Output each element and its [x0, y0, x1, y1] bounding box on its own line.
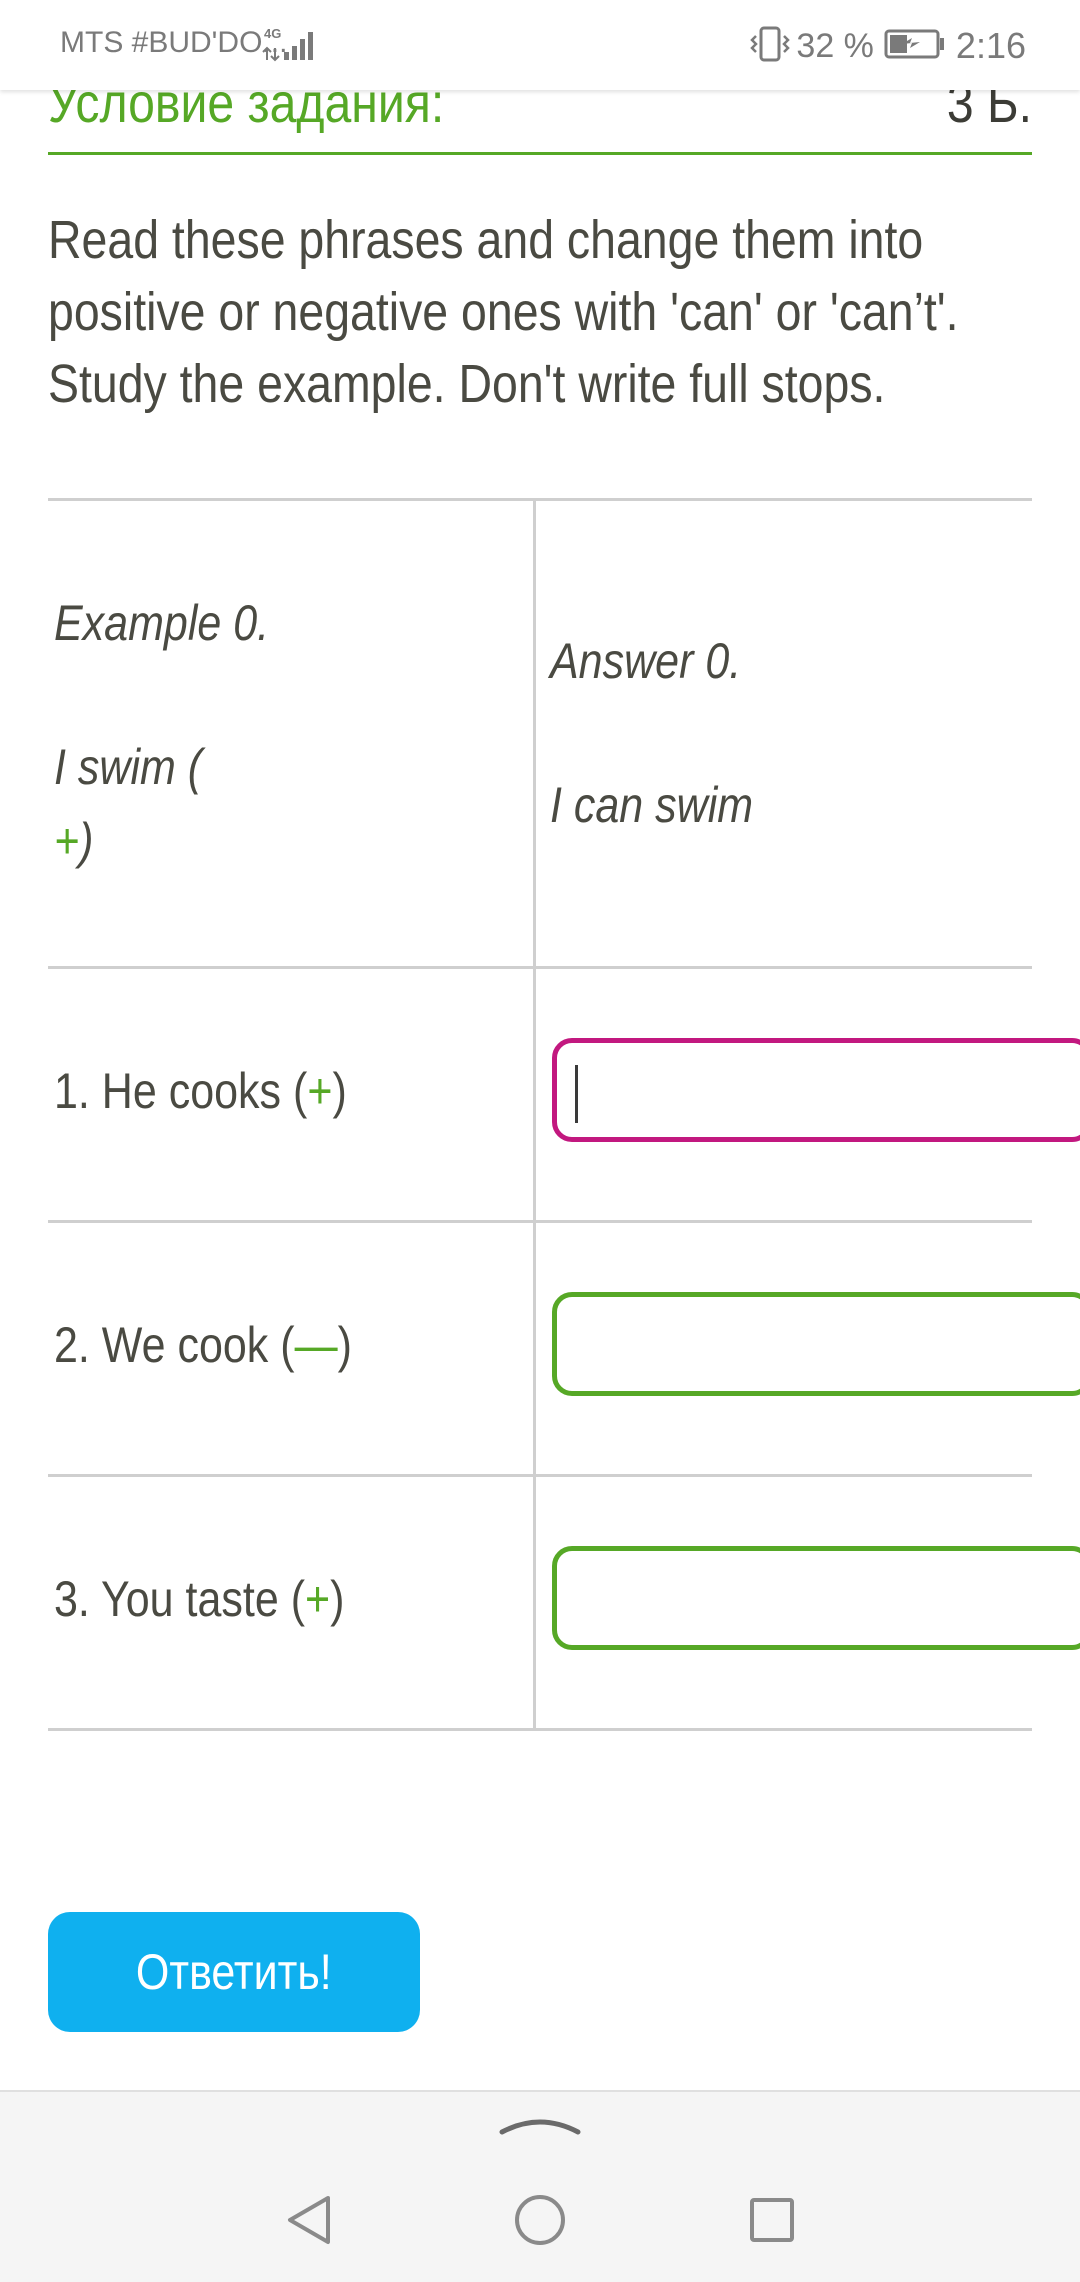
phrase-close: ) — [332, 1063, 347, 1119]
battery-icon — [884, 26, 946, 67]
answer-input-3[interactable] — [552, 1546, 1080, 1650]
instruction-line: positive or negative ones with 'can' or … — [48, 282, 959, 342]
instruction-line: Study the example. Don't write full stop… — [48, 354, 886, 414]
phrase-close: ) — [330, 1571, 345, 1627]
phrase-text: 3. You taste ( — [54, 1571, 306, 1627]
phrase-row-3: 3. You taste (+) — [54, 1566, 344, 1632]
phrase-row-2: 2. We cook (—) — [54, 1312, 352, 1378]
phrase-close: ) — [337, 1317, 352, 1373]
carrier-name: MTS #BUD'DO... — [60, 26, 288, 59]
task-content: Условие задания: 3 Б. Read these phrases… — [0, 0, 1080, 2090]
table-divider — [48, 1474, 1032, 1477]
network-type: 4G — [264, 26, 281, 41]
minus-sign: — — [294, 1317, 338, 1373]
back-icon[interactable] — [282, 2190, 338, 2255]
text-caret — [575, 1065, 578, 1123]
plus-sign: + — [54, 813, 80, 869]
plus-sign: + — [307, 1063, 333, 1119]
status-bar: MTS #BUD'DO... 4G 32 % 2:16 — [0, 0, 1080, 90]
phrase-text: 1. He cooks ( — [54, 1063, 308, 1119]
phrase-text: 2. We cook ( — [54, 1317, 295, 1373]
phrase-row-1: 1. He cooks (+) — [54, 1058, 347, 1124]
navigation-bar — [0, 2090, 1080, 2282]
example-phrase-start: I swim ( — [54, 739, 203, 795]
table-divider — [48, 498, 1032, 501]
battery-percent: 32 % — [796, 26, 874, 65]
answer-text: I can swim — [550, 777, 754, 833]
task-instruction: Read these phrases and change them into … — [48, 204, 994, 420]
answer-input-2[interactable] — [552, 1292, 1080, 1396]
table-divider — [48, 1220, 1032, 1223]
submit-answer-label: Ответить! — [136, 1944, 332, 2000]
column-divider — [533, 498, 536, 1731]
instruction-line: Read these phrases and change them into — [48, 210, 924, 270]
clock: 2:16 — [955, 25, 1026, 66]
submit-answer-button[interactable]: Ответить! — [48, 1912, 420, 2032]
table-divider — [48, 1728, 1032, 1731]
status-indicators: 32 % 2:16 — [748, 22, 1026, 70]
example-phrase-sign: +) — [54, 808, 93, 874]
recent-apps-icon[interactable] — [744, 2190, 800, 2255]
signal-icon: 4G — [262, 24, 320, 69]
vibrate-icon — [748, 24, 792, 69]
table-divider — [48, 966, 1032, 969]
chevron-up-icon[interactable] — [498, 2108, 582, 2143]
example-phrase-end: ) — [79, 813, 94, 869]
answer-label: Answer 0. — [550, 633, 742, 689]
answer-input-1[interactable] — [552, 1038, 1080, 1142]
plus-sign: + — [305, 1571, 331, 1627]
home-icon[interactable] — [512, 2190, 568, 2255]
example-label: Example 0. — [54, 595, 270, 651]
